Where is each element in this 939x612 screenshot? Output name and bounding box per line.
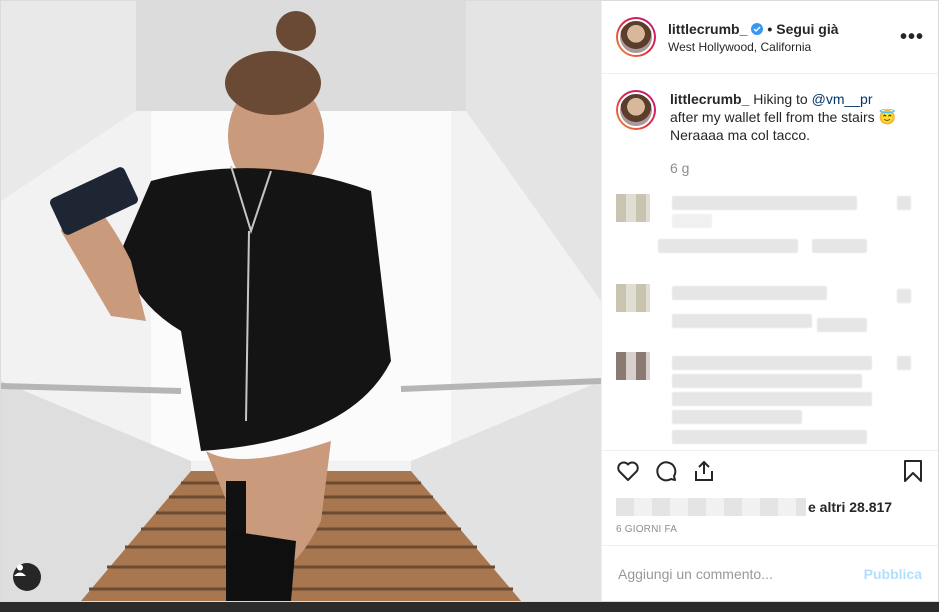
- username-link[interactable]: littlecrumb_: [668, 21, 747, 37]
- more-icon[interactable]: •••: [900, 26, 924, 49]
- location-link[interactable]: West Hollywood, California: [668, 40, 900, 54]
- photo-illustration: [1, 1, 601, 601]
- likes-summary[interactable]: e altri 28.817: [602, 496, 938, 518]
- blurred-comment-avatar: [616, 284, 650, 312]
- caption-text: littlecrumb_ Hiking to @vm__pr after my …: [670, 90, 896, 144]
- post-photo[interactable]: [1, 1, 601, 601]
- blurred-comment: [658, 239, 798, 253]
- caption-avatar[interactable]: [616, 90, 656, 130]
- blurred-comment: [897, 356, 911, 370]
- likes-count: e altri 28.817: [808, 499, 893, 515]
- caption-line-1: Hiking to: [753, 91, 808, 107]
- post-side-panel: littlecrumb_ • Segui già West Hollywood,…: [601, 1, 938, 601]
- blurred-comment: [672, 214, 712, 228]
- blurred-comment: [672, 430, 867, 444]
- blurred-comment: [672, 356, 872, 370]
- caption-age: 6 g: [670, 160, 690, 176]
- caption-line-2: after my wallet fell from the stairs 😇: [670, 109, 896, 125]
- add-comment-bar: Aggiungi un commento... Pubblica: [602, 545, 938, 601]
- action-bar: [602, 450, 938, 496]
- caption-line-3: Neraaaa ma col tacco.: [670, 127, 811, 143]
- blurred-comment: [672, 410, 802, 424]
- blurred-comment: [897, 289, 911, 303]
- blurred-comment: [897, 196, 911, 210]
- blurred-comment: [672, 314, 812, 328]
- blurred-comment-avatar: [616, 352, 650, 380]
- share-icon[interactable]: [692, 459, 716, 488]
- verified-icon: [751, 22, 764, 35]
- caption-mention[interactable]: @vm__pr: [812, 91, 873, 107]
- caption: littlecrumb_ Hiking to @vm__pr after my …: [616, 90, 924, 144]
- blurred-comment: [672, 374, 862, 388]
- blurred-comment: [672, 196, 857, 210]
- caption-username[interactable]: littlecrumb_: [670, 91, 749, 107]
- comments-area: littlecrumb_ Hiking to @vm__pr after my …: [602, 74, 938, 450]
- post-date: 6 GIORNI FA: [616, 524, 678, 535]
- avatar[interactable]: [616, 17, 656, 57]
- blurred-comment-avatar: [616, 194, 650, 222]
- comment-input[interactable]: Aggiungi un commento...: [618, 566, 864, 582]
- heart-icon[interactable]: [616, 459, 640, 488]
- comment-icon[interactable]: [654, 459, 678, 488]
- post-header: littlecrumb_ • Segui già West Hollywood,…: [602, 1, 938, 74]
- bookmark-icon[interactable]: [902, 459, 924, 488]
- blurred-comment: [672, 286, 827, 300]
- blurred-comment: [812, 239, 867, 253]
- separator-dot: •: [767, 20, 773, 37]
- publish-button[interactable]: Pubblica: [864, 566, 922, 582]
- user-tag-icon[interactable]: [13, 563, 41, 591]
- blurred-comment: [817, 318, 867, 332]
- post-dialog: littlecrumb_ • Segui già West Hollywood,…: [0, 0, 939, 602]
- blurred-comment: [672, 392, 872, 406]
- blurred-liker: [616, 498, 806, 516]
- following-button[interactable]: Segui già: [776, 21, 838, 37]
